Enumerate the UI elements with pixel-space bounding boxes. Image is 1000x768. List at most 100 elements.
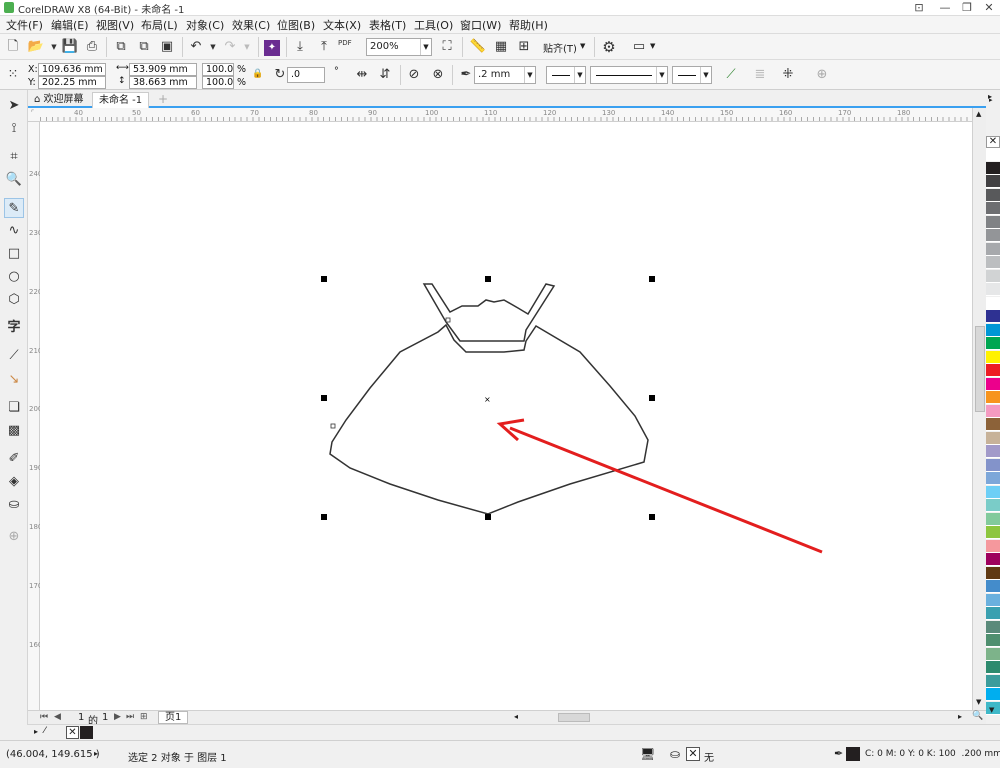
selection-handle-bottom[interactable] — [485, 514, 491, 520]
object-origin-icon[interactable]: ⁙ — [3, 65, 23, 85]
menu-object[interactable]: 对象(C) — [186, 17, 224, 33]
fill-none-swatch[interactable]: ✕ — [686, 747, 700, 761]
close-button[interactable]: ✕ — [978, 0, 1000, 16]
menu-help[interactable]: 帮助(H) — [509, 17, 548, 33]
next-page-icon[interactable]: ▶ — [114, 712, 121, 722]
scale-height-field[interactable]: 100.0 — [202, 76, 234, 89]
rectangle-tool-icon[interactable]: □ — [4, 244, 24, 264]
fill-bucket-icon[interactable]: ⛀ — [670, 747, 680, 761]
zoom-navigator-icon[interactable]: 🔍 — [972, 711, 983, 721]
wrap-text-icon[interactable]: ⊘ — [404, 65, 424, 85]
first-page-icon[interactable]: ⏮ — [40, 712, 48, 722]
color-swatch[interactable] — [986, 337, 1000, 350]
page-tab[interactable]: 页1 — [158, 711, 189, 724]
tab-welcome-screen[interactable]: ⌂ 欢迎屏幕 — [28, 92, 90, 108]
color-swatch[interactable] — [986, 580, 1000, 593]
outline-pen-icon[interactable]: ✒ — [456, 65, 476, 85]
account-icon[interactable]: ⊡ — [908, 0, 930, 16]
interactive-fill-icon[interactable]: ◈ — [4, 472, 24, 492]
black-swatch[interactable] — [80, 726, 93, 739]
vertical-scrollbar[interactable]: ▲ ▼ — [972, 108, 986, 710]
drop-shadow-icon[interactable]: ❏ — [4, 398, 24, 418]
mirror-horizontal-icon[interactable]: ⇹ — [352, 65, 372, 85]
add-tool-icon[interactable]: ⊕ — [4, 527, 24, 547]
open-icon[interactable]: 📂 — [26, 37, 46, 57]
vertical-ruler[interactable]: 240 230 220 210 200 190 180 170 160 — [28, 122, 42, 710]
color-swatch[interactable] — [986, 431, 1000, 445]
new-tab-icon[interactable]: + — [158, 92, 168, 106]
color-swatch[interactable] — [986, 620, 1000, 634]
search-content-icon[interactable]: ✦ — [264, 40, 280, 56]
application-launcher-icon[interactable]: ▭ — [629, 37, 649, 57]
copy-icon[interactable]: ⧉ — [134, 37, 154, 57]
palette-menu-icon[interactable]: ▸ — [34, 727, 38, 736]
new-document-icon[interactable]: 🗋 — [3, 37, 23, 57]
smart-fill-icon[interactable]: ⛀ — [4, 495, 24, 515]
save-icon[interactable]: 💾 — [60, 37, 80, 57]
lock-ratio-icon[interactable]: 🔒 — [252, 69, 263, 79]
color-eyedropper-icon[interactable]: ✐ — [4, 449, 24, 469]
color-swatch[interactable] — [986, 242, 1000, 256]
skirt-shape[interactable] — [329, 323, 649, 515]
height-field[interactable]: 38.663 mm — [129, 76, 197, 89]
color-swatch[interactable] — [986, 418, 1000, 431]
color-swatch[interactable] — [986, 553, 1000, 566]
start-arrowhead-combo[interactable]: ▼ — [546, 66, 586, 84]
import-icon[interactable]: ⤓ — [290, 37, 310, 57]
ruler-origin[interactable]: ⌜ — [31, 109, 34, 117]
color-swatch[interactable] — [986, 175, 1000, 188]
last-page-icon[interactable]: ⏭ — [126, 712, 134, 722]
color-swatch[interactable] — [986, 458, 1000, 472]
selection-handle-left[interactable] — [321, 395, 327, 401]
color-swatch[interactable] — [986, 688, 1000, 701]
color-swatch[interactable] — [986, 256, 1000, 269]
show-guidelines-icon[interactable]: ⊞ — [514, 37, 534, 57]
add-page-icon[interactable]: ⊞ — [140, 712, 148, 722]
no-color-swatch[interactable]: ✕ — [66, 726, 79, 739]
color-proof-icon[interactable]: 🖥 — [640, 747, 655, 761]
color-swatch[interactable] — [986, 539, 1000, 553]
menu-layout[interactable]: 布局(L) — [141, 17, 178, 33]
width-field[interactable]: 53.909 mm — [129, 63, 197, 76]
color-swatch[interactable] — [986, 391, 1000, 404]
no-color-swatch[interactable]: ✕ — [986, 136, 1000, 148]
menu-file[interactable]: 文件(F) — [6, 17, 43, 33]
selection-handle-top[interactable] — [485, 276, 491, 282]
menu-text[interactable]: 文本(X) — [323, 17, 361, 33]
drawing-canvas[interactable]: × — [40, 122, 972, 710]
color-swatch[interactable] — [986, 674, 1000, 688]
vertical-scroll-thumb[interactable] — [975, 326, 985, 412]
selection-handle-top-right[interactable] — [649, 276, 655, 282]
color-swatch[interactable] — [986, 296, 1000, 310]
selection-handle-bottom-left[interactable] — [321, 514, 327, 520]
color-swatch[interactable] — [986, 499, 1000, 512]
node-marker[interactable] — [330, 423, 336, 429]
transparency-icon[interactable]: ▩ — [4, 421, 24, 441]
parallel-dimension-icon[interactable]: ⟋ — [4, 346, 24, 366]
polygon-tool-icon[interactable]: ⬡ — [4, 290, 24, 310]
color-swatch[interactable] — [986, 566, 1000, 580]
scale-width-field[interactable]: 100.0 — [202, 63, 234, 76]
color-swatch[interactable] — [986, 472, 1000, 485]
color-swatch[interactable] — [986, 593, 1000, 607]
artistic-media-icon[interactable]: ∿ — [4, 221, 24, 241]
selection-handle-bottom-right[interactable] — [649, 514, 655, 520]
color-swatch[interactable] — [986, 485, 1000, 499]
redo-dropdown-icon[interactable]: ▼ — [237, 37, 257, 57]
color-swatch[interactable] — [986, 512, 1000, 526]
menu-table[interactable]: 表格(T) — [369, 17, 406, 33]
crop-tool-icon[interactable]: ⌗ — [4, 147, 24, 167]
color-swatch[interactable] — [986, 269, 1000, 283]
collar-shape[interactable] — [422, 283, 556, 342]
color-swatch[interactable] — [986, 283, 1000, 296]
cut-icon[interactable]: ⧉ — [111, 37, 131, 57]
rotation-field[interactable]: .0 — [287, 67, 325, 83]
outline-pen-icon[interactable]: ✒ — [834, 747, 843, 760]
color-swatch[interactable] — [986, 404, 1000, 418]
shape-tool-icon[interactable]: ⟟ — [4, 119, 24, 139]
full-screen-icon[interactable]: ⛶ — [437, 37, 457, 57]
scroll-right-icon[interactable]: ▸ — [958, 712, 962, 721]
minimize-button[interactable]: — — [934, 0, 956, 16]
scroll-up-icon[interactable]: ▲ — [976, 110, 981, 118]
horizontal-ruler[interactable]: ⌜ 40 50 60 70 80 90 100 110 120 130 140 … — [28, 108, 986, 122]
